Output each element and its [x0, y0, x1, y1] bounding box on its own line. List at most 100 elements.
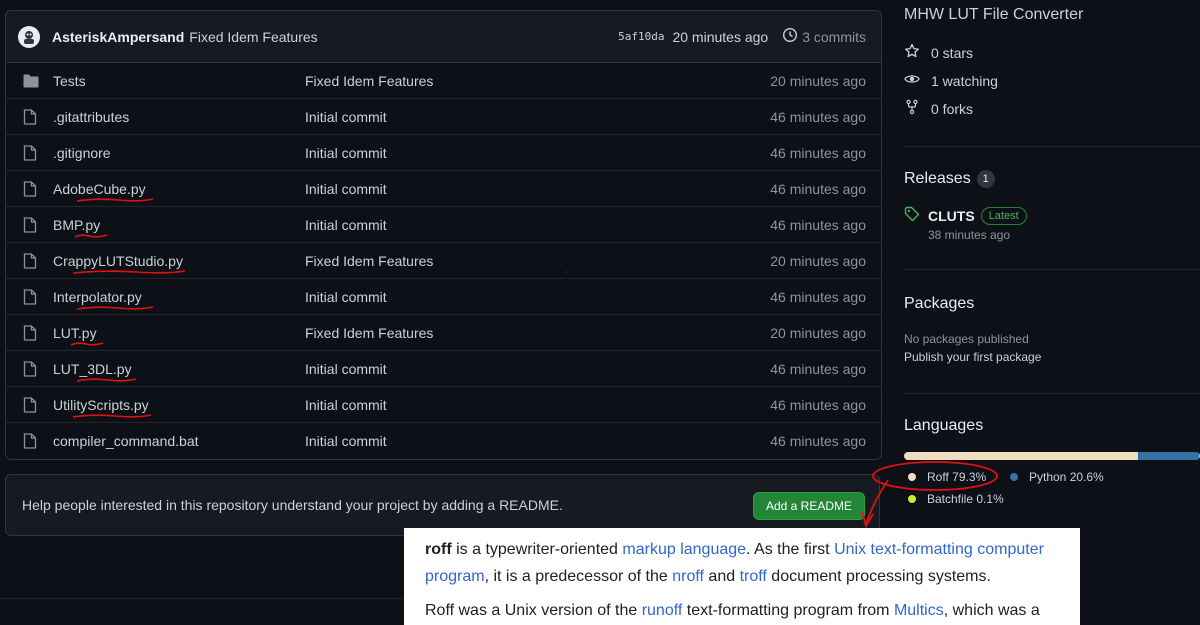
releases-count-badge: 1: [976, 170, 995, 188]
python-color-dot: [1010, 473, 1018, 481]
author-avatar[interactable]: [18, 25, 40, 48]
sidebar-divider: [904, 146, 1200, 147]
fork-icon: [904, 99, 931, 118]
file-name-link[interactable]: Interpolator.py: [53, 289, 305, 310]
tag-icon: [904, 206, 920, 225]
commit-sha-link[interactable]: 5af10da: [618, 30, 664, 43]
file-commit-message-link[interactable]: Initial commit: [305, 109, 756, 125]
file-icon: [23, 252, 39, 269]
file-commit-message-link[interactable]: Initial commit: [305, 289, 756, 305]
file-name-link[interactable]: CrappyLUTStudio.py: [53, 253, 305, 274]
file-row[interactable]: LUT.py Fixed Idem Features 20 minutes ago: [6, 315, 881, 351]
file-row[interactable]: CrappyLUTStudio.py Fixed Idem Features 20 …: [6, 243, 881, 279]
file-icon: [23, 396, 39, 413]
commit-time: 20 minutes ago: [672, 28, 769, 45]
file-row[interactable]: UtilityScripts.py Initial commit 46 minute…: [6, 387, 881, 423]
file-commit-message-link[interactable]: Fixed Idem Features: [305, 73, 756, 89]
annotation-underline: [76, 305, 154, 310]
file-row[interactable]: Interpolator.py Initial commit 46 minutes …: [6, 279, 881, 315]
file-icon: [23, 433, 39, 449]
file-row[interactable]: Tests Fixed Idem Features 20 minutes ago: [6, 63, 881, 99]
file-icon: [23, 288, 39, 305]
language-name: Roff: [927, 470, 949, 484]
packages-title[interactable]: Packages: [904, 295, 974, 313]
file-name-link[interactable]: .gitignore: [53, 145, 305, 161]
releases-title: Releases: [904, 170, 971, 187]
add-readme-button[interactable]: Add a README: [752, 492, 865, 520]
publish-package-link[interactable]: Publish your first package: [904, 350, 1041, 364]
file-row[interactable]: BMP.py Initial commit 46 minutes ago: [6, 207, 881, 243]
file-commit-message-link[interactable]: Fixed Idem Features: [305, 253, 756, 269]
file-commit-message-link[interactable]: Initial commit: [305, 397, 756, 413]
watching-count: 1 watching: [931, 72, 998, 89]
file-commit-message-link[interactable]: Initial commit: [305, 217, 756, 233]
stars-link[interactable]: 0 stars: [904, 43, 973, 62]
wiki-paragraph-1: roff is a typewriter-oriented markup lan…: [425, 536, 1060, 590]
wiki-link[interactable]: troff: [740, 568, 767, 585]
file-row[interactable]: .gitattributes Initial commit 46 minutes a…: [6, 99, 881, 135]
sidebar-divider: [904, 269, 1200, 270]
annotation-underline: [74, 233, 108, 238]
release-name: CLUTS: [928, 207, 975, 224]
language-python[interactable]: Python 20.6%: [1010, 470, 1104, 484]
file-name-link[interactable]: AdobeCube.py: [53, 181, 305, 202]
wiki-link[interactable]: runoff: [642, 602, 683, 619]
language-batchfile[interactable]: Batchfile 0.1%: [908, 492, 1004, 506]
releases-heading[interactable]: Releases 1: [904, 170, 995, 188]
file-name-link[interactable]: LUT.py: [53, 325, 305, 346]
wiki-link[interactable]: Multics: [894, 602, 944, 619]
commit-message-link[interactable]: Fixed Idem Features: [189, 29, 317, 45]
wiki-text: and: [703, 568, 740, 585]
file-row[interactable]: AdobeCube.py Initial commit 46 minutes ago: [6, 171, 881, 207]
file-commit-time: 20 minutes ago: [770, 324, 866, 341]
file-row[interactable]: compiler_command.bat Initial commit 46 min…: [6, 423, 881, 459]
batchfile-color-dot: [908, 495, 916, 503]
wiki-link[interactable]: markup language: [622, 541, 746, 558]
repo-description: MHW LUT File Converter: [904, 6, 1084, 23]
file-commit-message-link[interactable]: Fixed Idem Features: [305, 325, 756, 341]
annotation-underline: [70, 341, 104, 346]
wiki-text: is a typewriter-oriented: [451, 541, 623, 558]
commit-author-link[interactable]: AsteriskAmpersand: [52, 29, 184, 45]
wiki-link[interactable]: nroff: [672, 568, 704, 585]
file-row[interactable]: .gitignore Initial commit 46 minutes ago: [6, 135, 881, 171]
file-commit-time: 46 minutes ago: [770, 288, 866, 305]
file-name-link[interactable]: UtilityScripts.py: [53, 397, 305, 418]
file-name-link[interactable]: .gitattributes: [53, 109, 305, 125]
file-name-link[interactable]: compiler_command.bat: [53, 433, 305, 449]
readme-prompt-text: Help people interested in this repositor…: [22, 497, 563, 513]
language-bar: [904, 452, 1200, 460]
history-icon: [782, 27, 802, 46]
watchers-link[interactable]: 1 watching: [904, 71, 998, 90]
latest-release[interactable]: CLUTS Latest: [904, 206, 1027, 225]
file-name-link[interactable]: BMP.py: [53, 217, 305, 238]
folder-icon: [23, 73, 39, 89]
wiki-paragraph-2: Roff was a Unix version of the runoff te…: [425, 597, 1060, 624]
release-time: 38 minutes ago: [928, 228, 1011, 242]
file-icon: [23, 324, 39, 341]
languages-title: Languages: [904, 417, 984, 434]
footer-divider: [0, 598, 410, 599]
file-commit-message-link[interactable]: Initial commit: [305, 361, 756, 377]
file-commit-message-link[interactable]: Initial commit: [305, 181, 756, 197]
wiki-text: text-formatting program from: [682, 602, 894, 619]
language-roff[interactable]: Roff 79.3%: [908, 470, 986, 484]
file-icon: [23, 144, 39, 161]
forks-link[interactable]: 0 forks: [904, 99, 973, 118]
wiki-text: . As the first: [746, 541, 835, 558]
forks-count: 0 forks: [931, 100, 974, 117]
file-name-link[interactable]: LUT_3DL.py: [53, 361, 305, 382]
file-commit-message-link[interactable]: Initial commit: [305, 145, 756, 161]
commits-history-link[interactable]: 3 commits: [782, 27, 866, 46]
eye-icon: [904, 71, 931, 90]
file-name-link[interactable]: Tests: [53, 73, 305, 89]
language-percent: 0.1%: [976, 492, 1004, 506]
file-commit-message-link[interactable]: Initial commit: [305, 433, 756, 449]
file-commit-time: 20 minutes ago: [770, 72, 866, 89]
file-row[interactable]: LUT_3DL.py Initial commit 46 minutes ago: [6, 351, 881, 387]
wiki-text: , it is a predecessor of the: [484, 568, 673, 585]
language-bar-segment: [904, 452, 1139, 460]
file-browser: AsteriskAmpersand Fixed Idem Features 5a…: [5, 10, 882, 460]
packages-empty-text: No packages published: [904, 332, 1029, 346]
file-commit-time: 46 minutes ago: [770, 433, 866, 449]
